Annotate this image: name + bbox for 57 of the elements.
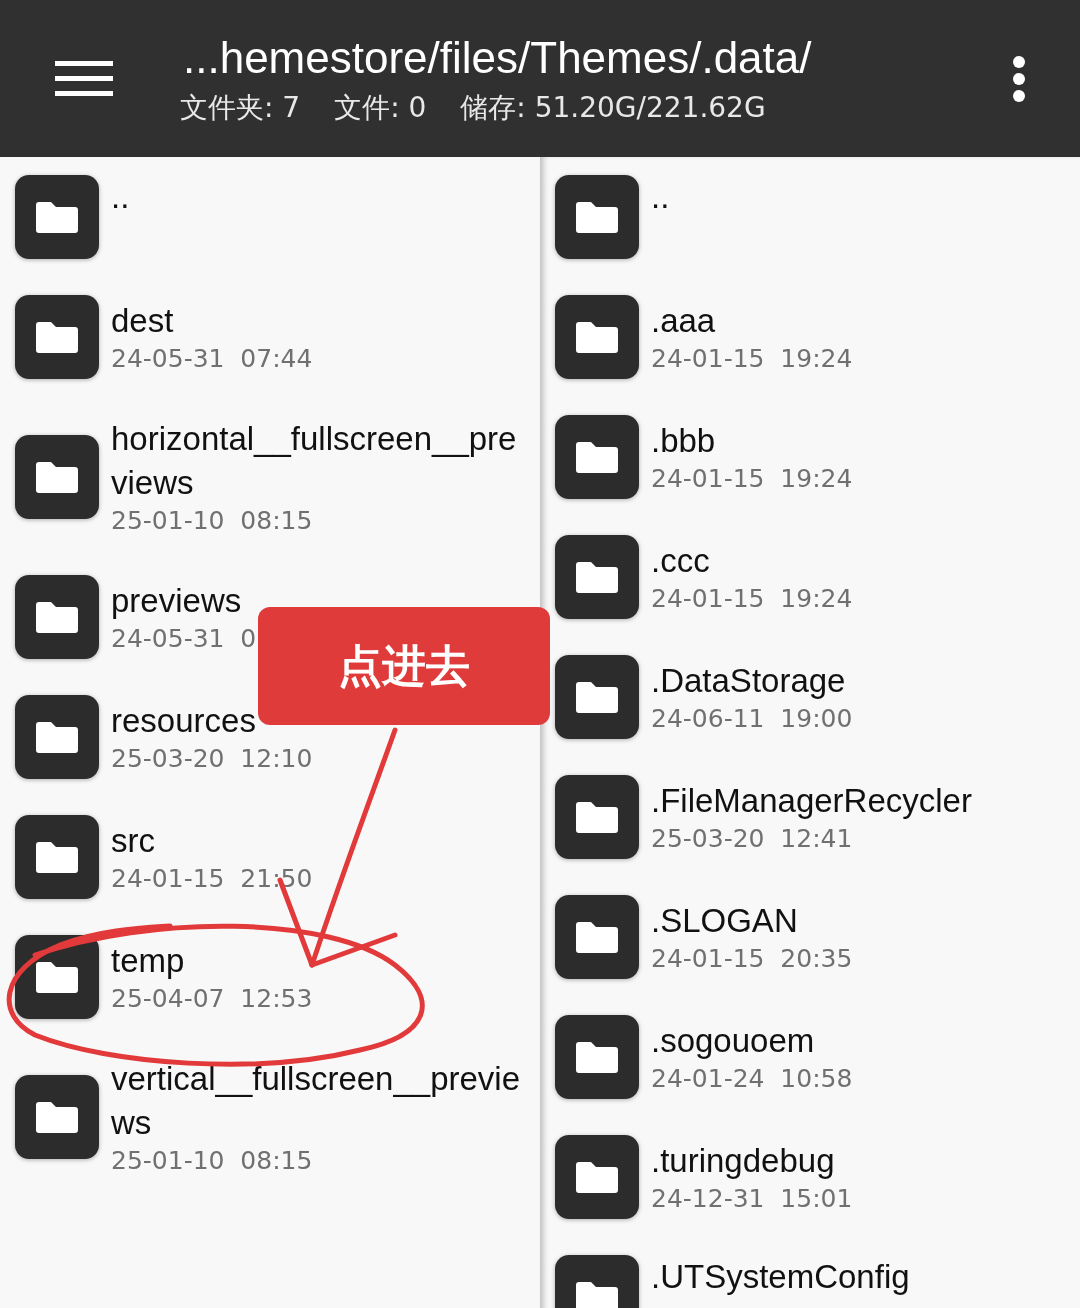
- folder-icon: [555, 655, 639, 739]
- folder-name[interactable]: .turingdebug: [651, 1139, 835, 1183]
- folder-name[interactable]: temp: [111, 939, 185, 983]
- folder-icon: [15, 175, 99, 259]
- folder-icon: [15, 1075, 99, 1159]
- folder-icon: [555, 535, 639, 619]
- folder-stat: 文件: 0: [334, 89, 427, 126]
- modified-date: 24-06-11 19:00: [651, 703, 853, 735]
- folder-icon: [15, 935, 99, 1019]
- menu-icon[interactable]: [55, 60, 113, 97]
- folder-name[interactable]: ..: [651, 175, 670, 219]
- folder-icon: [15, 695, 99, 779]
- more-options-icon[interactable]: [1012, 54, 1026, 103]
- modified-date: 24-01-15 19:24: [651, 583, 853, 615]
- folder-name[interactable]: .bbb: [651, 419, 716, 463]
- folder-name[interactable]: resources: [111, 699, 256, 743]
- modified-date: 24-01-15 20:35: [651, 943, 853, 975]
- folder-icon: [555, 415, 639, 499]
- modified-date: 24-12-31 15:01: [651, 1183, 853, 1215]
- folder-icon: [15, 575, 99, 659]
- folder-name[interactable]: .sogouoem: [651, 1019, 815, 1063]
- folder-icon: [555, 895, 639, 979]
- folder-name[interactable]: horizontal__fullscreen__previews: [111, 417, 530, 505]
- folder-name[interactable]: ..: [111, 175, 130, 219]
- folder-name[interactable]: .aaa: [651, 299, 716, 343]
- folder-path: ...hemestore/files/Themes/.data/: [183, 31, 813, 84]
- modified-date: 24-05-31 0: [111, 623, 257, 655]
- modified-date: 25-01-10 08:15: [111, 505, 313, 537]
- folder-icon: [15, 435, 99, 519]
- folder-name[interactable]: vertical__fullscreen__previews: [111, 1057, 530, 1145]
- folder-name[interactable]: previews: [111, 579, 242, 623]
- modified-date: 25-03-20 12:10: [111, 743, 313, 775]
- folder-stat: 文件夹: 7: [180, 89, 301, 126]
- modified-date: 24-01-15 19:24: [651, 463, 853, 495]
- modified-date: 24-05-31 07:44: [111, 343, 313, 375]
- modified-date: 25-03-20 12:41: [651, 823, 853, 855]
- folder-stat: 储存: 51.20G/221.62G: [460, 89, 766, 126]
- folder-name[interactable]: .SLOGAN: [651, 899, 798, 943]
- folder-icon: [555, 1135, 639, 1219]
- modified-date: 24-01-15 19:24: [651, 343, 853, 375]
- annotation-callout: 点进去: [258, 607, 550, 725]
- folder-name[interactable]: .UTSystemConfig: [651, 1255, 910, 1299]
- modified-date: 24-01-15 21:50: [111, 863, 313, 895]
- folder-icon: [555, 175, 639, 259]
- folder-icon: [555, 1015, 639, 1099]
- folder-icon: [555, 295, 639, 379]
- modified-date: 24-01-24 10:58: [651, 1063, 853, 1095]
- folder-icon: [15, 815, 99, 899]
- folder-icon: [15, 295, 99, 379]
- folder-name[interactable]: .DataStorage: [651, 659, 846, 703]
- folder-name[interactable]: .ccc: [651, 539, 710, 583]
- folder-icon: [555, 775, 639, 859]
- folder-name[interactable]: dest: [111, 299, 174, 343]
- modified-date: 25-01-10 08:15: [111, 1145, 313, 1177]
- folder-name[interactable]: .FileManagerRecycler: [651, 779, 972, 823]
- modified-date: 25-04-07 12:53: [111, 983, 313, 1015]
- folder-name[interactable]: src: [111, 819, 155, 863]
